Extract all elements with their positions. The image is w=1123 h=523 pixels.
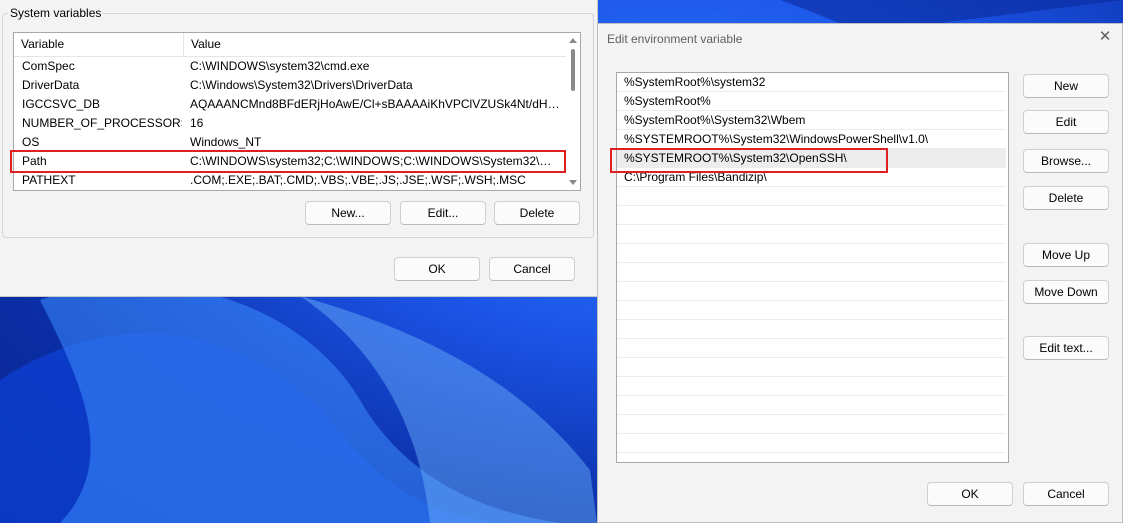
- close-icon[interactable]: ✕: [1097, 29, 1113, 45]
- system-variables-title: System variables: [8, 6, 104, 20]
- variable-value: C:\WINDOWS\system32\cmd.exe: [190, 59, 370, 73]
- list-item-empty[interactable]: [617, 263, 1006, 282]
- new-entry-button[interactable]: New: [1023, 74, 1109, 98]
- edit-text-button[interactable]: Edit text...: [1023, 336, 1109, 360]
- vertical-scrollbar[interactable]: [566, 33, 580, 190]
- table-row-path[interactable]: Path C:\WINDOWS\system32;C:\WINDOWS;C:\W…: [14, 152, 565, 171]
- table-row[interactable]: OS Windows_NT: [14, 133, 565, 152]
- variable-name: NUMBER_OF_PROCESSORS: [22, 116, 182, 130]
- scrollbar-thumb[interactable]: [571, 49, 575, 91]
- list-item-empty[interactable]: [617, 320, 1006, 339]
- list-item-selected[interactable]: %SYSTEMROOT%\System32\OpenSSH\: [617, 149, 1006, 168]
- list-item-empty[interactable]: [617, 225, 1006, 244]
- list-item-empty[interactable]: [617, 282, 1006, 301]
- table-row[interactable]: PATHEXT .COM;.EXE;.BAT;.CMD;.VBS;.VBE;.J…: [14, 171, 565, 190]
- list-item-empty[interactable]: [617, 244, 1006, 263]
- variable-value: .COM;.EXE;.BAT;.CMD;.VBS;.VBE;.JS;.JSE;.…: [190, 173, 526, 187]
- variable-name: DriverData: [22, 78, 80, 92]
- variable-name: PATHEXT: [22, 173, 76, 187]
- list-item-empty[interactable]: [617, 396, 1006, 415]
- table-row[interactable]: DriverData C:\Windows\System32\Drivers\D…: [14, 76, 565, 95]
- browse-button[interactable]: Browse...: [1023, 149, 1109, 173]
- variable-name: Path: [22, 154, 47, 168]
- list-item[interactable]: %SystemRoot%\System32\Wbem: [617, 111, 1006, 130]
- list-item-empty[interactable]: [617, 415, 1006, 434]
- list-item-empty[interactable]: [617, 301, 1006, 320]
- variable-name: OS: [22, 135, 40, 149]
- table-row[interactable]: ComSpec C:\WINDOWS\system32\cmd.exe: [14, 57, 565, 76]
- table-row[interactable]: NUMBER_OF_PROCESSORS 16: [14, 114, 565, 133]
- scroll-up-arrow-icon[interactable]: [569, 38, 577, 43]
- list-item[interactable]: %SystemRoot%: [617, 92, 1006, 111]
- system-variables-list[interactable]: Variable Value ComSpec C:\WINDOWS\system…: [13, 32, 581, 191]
- list-item-empty[interactable]: [617, 377, 1006, 396]
- cancel-button[interactable]: Cancel: [489, 257, 575, 281]
- variable-name: IGCCSVC_DB: [22, 97, 101, 111]
- dialog-title: Edit environment variable: [607, 32, 743, 46]
- dialog-ok-button[interactable]: OK: [927, 482, 1013, 506]
- move-down-button[interactable]: Move Down: [1023, 280, 1109, 304]
- list-item-empty[interactable]: [617, 358, 1006, 377]
- ok-button[interactable]: OK: [394, 257, 480, 281]
- list-item-empty[interactable]: [617, 187, 1006, 206]
- column-header-value[interactable]: Value: [184, 33, 564, 56]
- variable-value: C:\WINDOWS\system32;C:\WINDOWS;C:\WINDOW…: [190, 154, 562, 168]
- delete-entry-button[interactable]: Delete: [1023, 186, 1109, 210]
- column-header-variable[interactable]: Variable: [14, 33, 184, 56]
- variable-value: Windows_NT: [190, 135, 262, 149]
- delete-variable-button[interactable]: Delete: [494, 201, 580, 225]
- list-item[interactable]: %SYSTEMROOT%\System32\WindowsPowerShell\…: [617, 130, 1006, 149]
- list-header: Variable Value: [14, 33, 580, 57]
- list-item-empty[interactable]: [617, 206, 1006, 225]
- scroll-down-arrow-icon[interactable]: [569, 180, 577, 185]
- new-variable-button[interactable]: New...: [305, 201, 391, 225]
- path-entries-list[interactable]: %SystemRoot%\system32 %SystemRoot% %Syst…: [616, 72, 1009, 463]
- environment-variables-window: System variables Variable Value ComSpec …: [0, 0, 598, 297]
- list-item[interactable]: %SystemRoot%\system32: [617, 73, 1006, 92]
- variable-name: ComSpec: [22, 59, 75, 73]
- dialog-cancel-button[interactable]: Cancel: [1023, 482, 1109, 506]
- move-up-button[interactable]: Move Up: [1023, 243, 1109, 267]
- variable-value: 16: [190, 116, 204, 130]
- list-item[interactable]: C:\Program Files\Bandizip\: [617, 168, 1006, 187]
- list-item-empty[interactable]: [617, 434, 1006, 453]
- variable-value: AQAAANCMnd8BFdERjHoAwE/Cl+sBAAAAiKhVPClV…: [190, 97, 562, 111]
- table-row[interactable]: IGCCSVC_DB AQAAANCMnd8BFdERjHoAwE/Cl+sBA…: [14, 95, 565, 114]
- edit-environment-variable-dialog: Edit environment variable ✕ %SystemRoot%…: [597, 23, 1123, 523]
- variable-value: C:\Windows\System32\Drivers\DriverData: [190, 78, 413, 92]
- edit-variable-button[interactable]: Edit...: [400, 201, 486, 225]
- list-item-empty[interactable]: [617, 339, 1006, 358]
- edit-entry-button[interactable]: Edit: [1023, 110, 1109, 134]
